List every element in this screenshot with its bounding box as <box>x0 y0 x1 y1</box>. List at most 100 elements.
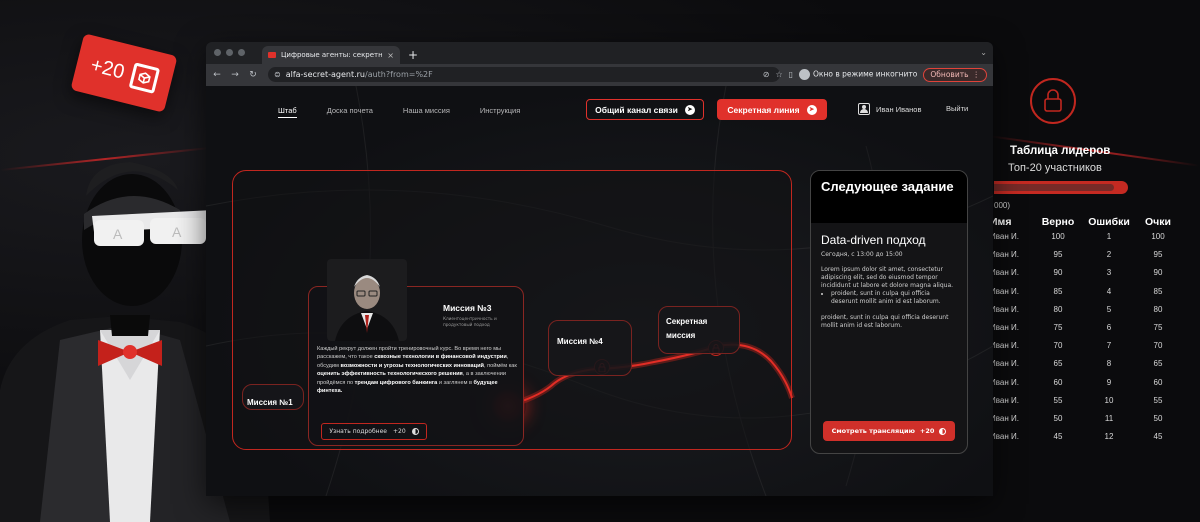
close-window-button[interactable] <box>214 49 221 56</box>
window-controls <box>214 49 245 56</box>
leaderboard-row: Иван И. 85 4 85 <box>990 287 1200 305</box>
tab-close-button[interactable]: × <box>387 51 394 60</box>
leaderboard-row: Иван И. 80 5 80 <box>990 305 1200 323</box>
leaderboard-cell: 100 <box>1151 232 1165 241</box>
coin-icon <box>939 427 947 435</box>
leaderboard-row: Иван И. 55 10 55 <box>990 396 1200 414</box>
leaderboard-row: Иван И. 75 6 75 <box>990 323 1200 341</box>
leaderboard-cell: 3 <box>1106 268 1112 278</box>
leaderboard-cell: 9 <box>1106 377 1112 387</box>
leaderboard-cell: 45 <box>1053 432 1063 442</box>
favicon-icon <box>268 52 276 58</box>
leaderboard-cell: 75 <box>1053 322 1063 332</box>
leaderboard-cell: 55 <box>1153 395 1163 405</box>
leaderboard-cell: 55 <box>1053 395 1063 405</box>
leaderboard-cell: Иван И. <box>990 232 1019 241</box>
leaderboard-row: Иван И. 70 7 70 <box>990 341 1200 359</box>
leaderboard-table: Имя Верно Ошибки Очки Иван И. 100 1 100 Иван… <box>990 216 1200 450</box>
badge-points: +20 <box>88 53 127 84</box>
learn-more-label: Узнать подробнее <box>329 428 387 435</box>
mission-3-card[interactable]: Миссия №3 Клиентоцентричность и продукто… <box>308 259 524 446</box>
leaderboard-cell: Иван И. <box>990 359 1019 369</box>
learn-more-points: +20 <box>392 428 406 435</box>
reload-icon[interactable]: ↻ <box>248 70 258 80</box>
tab-title: Цифровые агенты: секретна <box>281 51 383 59</box>
eye-off-icon[interactable]: ⊘ <box>763 70 770 79</box>
browser-window: Цифровые агенты: секретна × + ⌄ ← → ↻ ⊜ … <box>206 42 993 496</box>
incognito-icon <box>799 69 811 80</box>
leaderboard-range: 000) <box>994 201 1011 210</box>
watch-stream-label: Смотреть трансляцию <box>831 427 915 435</box>
leaderboard-cell: 12 <box>1104 432 1114 442</box>
minimize-window-button[interactable] <box>226 49 233 56</box>
leaderboard-cell: 50 <box>1153 413 1163 423</box>
leaderboard-cell: 80 <box>1153 304 1163 314</box>
leaderboard-cell: 10 <box>1104 395 1114 405</box>
leaderboard-cell: Иван И. <box>990 395 1019 405</box>
next-task-time: Сегодня, с 13:00 до 15:00 <box>821 251 903 258</box>
leaderboard-subtitle: Топ-20 участников <box>1008 162 1102 174</box>
mission-3-title: Миссия №3 <box>443 303 492 313</box>
leaderboard-cell: 70 <box>1153 341 1163 351</box>
back-icon[interactable]: ← <box>212 70 222 80</box>
address-bar[interactable]: ⊜ alfa-secret-agent.ru/auth?from=%2F <box>268 67 780 82</box>
watch-stream-points: +20 <box>919 427 935 435</box>
next-task-text: proident, sunt in culpa qui officia dese… <box>821 314 949 329</box>
leaderboard-cell: Иван И. <box>990 250 1019 260</box>
secret-mission-card[interactable]: Секретная миссия <box>658 306 740 354</box>
leaderboard-row: Иван И. 60 9 60 <box>990 378 1200 396</box>
leaderboard-header: Имя Верно Ошибки Очки <box>990 216 1200 232</box>
leaderboard-title: Таблица лидеров <box>1010 145 1111 157</box>
chevron-down-icon[interactable]: ⌄ <box>980 48 987 57</box>
watch-stream-button[interactable]: Смотреть трансляцию +20 <box>823 421 955 441</box>
leaderboard-cell: 45 <box>1153 432 1163 442</box>
leaderboard-cell: 100 <box>1051 232 1065 241</box>
leaderboard-cell: 11 <box>1104 413 1114 423</box>
leaderboard-cell: 6 <box>1106 322 1112 332</box>
star-icon[interactable]: ☆ <box>775 70 782 79</box>
site-info-icon[interactable]: ⊜ <box>274 70 281 79</box>
column-header: Имя <box>990 216 1012 228</box>
learn-more-button[interactable]: Узнать подробнее +20 <box>321 423 427 440</box>
svg-text:A: A <box>113 226 123 242</box>
column-header: Ошибки <box>1088 216 1130 228</box>
leaderboard-cell: 7 <box>1106 341 1112 351</box>
incognito-indicator[interactable]: Окно в режиме инкогнито <box>799 69 917 80</box>
incognito-label: Окно в режиме инкогнито <box>813 69 918 79</box>
mission-4-card[interactable]: Миссия №4 <box>548 320 632 376</box>
update-label: Обновить <box>930 70 969 79</box>
sidebar-icon[interactable]: ▯ <box>789 70 793 79</box>
leaderboard-cell: 50 <box>1053 413 1063 423</box>
next-task-title: Data-driven подход <box>821 233 926 247</box>
more-icon: ⋮ <box>972 70 981 79</box>
leaderboard-cell: Иван И. <box>990 413 1019 423</box>
leaderboard-row: Иван И. 50 11 50 <box>990 414 1200 432</box>
mission-3-description: Каждый рекрут должен пройти тренировочны… <box>317 346 517 395</box>
forward-icon[interactable]: → <box>230 70 240 80</box>
next-task-description: Lorem ipsum dolor sit amet, consectetur … <box>811 258 967 330</box>
leaderboard-cell: Иван И. <box>990 304 1019 314</box>
leaderboard-cell: 95 <box>1053 250 1063 260</box>
coin-icon <box>411 428 419 435</box>
next-task-header: Следующее задание <box>811 171 967 223</box>
mentor-photo <box>327 259 407 341</box>
leaderboard-cell: 4 <box>1106 286 1112 296</box>
leaderboard-row: Иван И. 65 8 65 <box>990 359 1200 377</box>
next-task-text: Lorem ipsum dolor sit amet, consectetur … <box>821 266 954 289</box>
leaderboard-row: Иван И. 100 1 100 <box>990 232 1200 250</box>
leaderboard-cell: 65 <box>1153 359 1163 369</box>
leaderboard-cell: 95 <box>1153 250 1163 260</box>
leaderboard-row: Иван И. 45 12 45 <box>990 432 1200 450</box>
mission-1-label: Миссия №1 <box>247 398 293 407</box>
leaderboard-cell: Иван И. <box>990 286 1019 296</box>
browser-tab[interactable]: Цифровые агенты: секретна × <box>262 46 400 64</box>
leaderboard-cell: 85 <box>1153 286 1163 296</box>
new-tab-button[interactable]: + <box>408 46 418 64</box>
next-task-panel: Следующее задание Data-driven подход Сег… <box>810 170 968 454</box>
update-button[interactable]: Обновить ⋮ <box>923 67 987 82</box>
leaderboard-cell: 8 <box>1106 359 1112 369</box>
maximize-window-button[interactable] <box>238 49 245 56</box>
lock-icon <box>1030 78 1076 124</box>
mission-1-card[interactable]: Миссия №1 <box>242 384 304 410</box>
cube-icon <box>128 62 161 94</box>
